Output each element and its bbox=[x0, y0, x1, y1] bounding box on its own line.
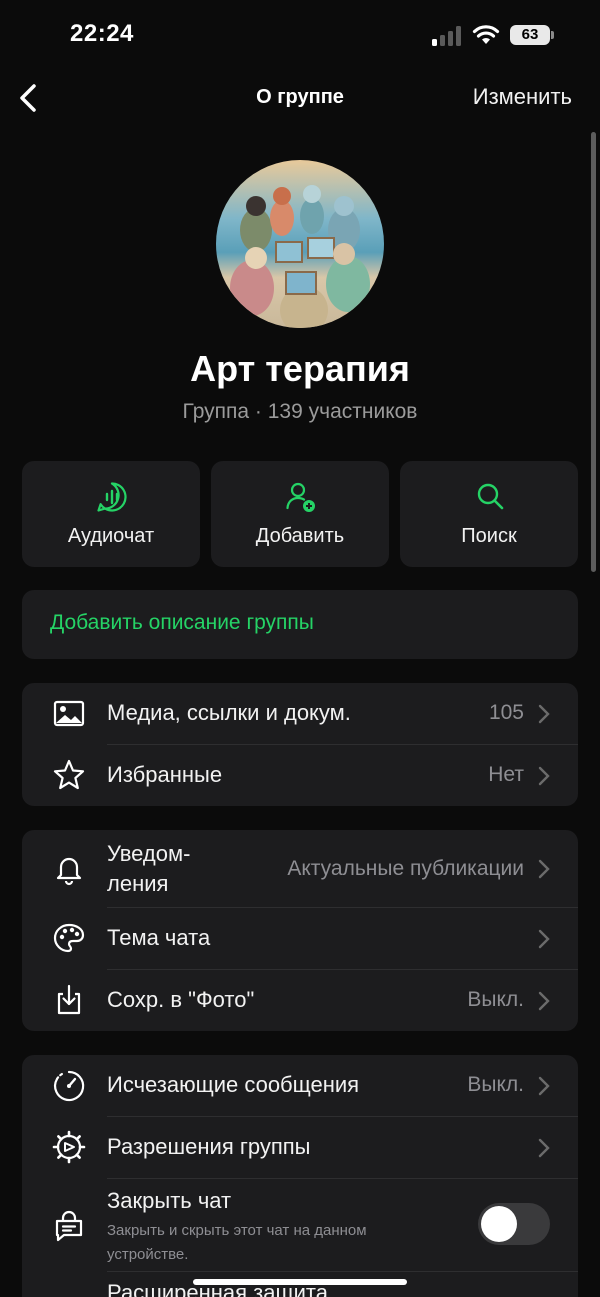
audio-chat-button[interactable]: Аудиочат bbox=[22, 461, 200, 567]
lock-chat-label: Закрыть чат bbox=[107, 1188, 232, 1213]
chat-theme-row[interactable]: Тема чата bbox=[22, 908, 578, 969]
disappearing-messages-value: Выкл. bbox=[467, 1073, 524, 1096]
starred-label: Избранные bbox=[107, 762, 223, 787]
media-section: Медиа, ссылки и докум. 105 Избранные Нет bbox=[22, 683, 578, 806]
lock-chat-row: Закрыть чат Закрыть и скрыть этот чат на… bbox=[22, 1179, 578, 1271]
notifications-label-line2: ления bbox=[107, 871, 169, 896]
group-avatar[interactable] bbox=[216, 160, 384, 328]
chevron-right-icon bbox=[538, 859, 550, 879]
lock-chat-description-line2: устройстве. bbox=[107, 1246, 189, 1263]
cellular-signal-icon bbox=[432, 26, 461, 46]
status-time: 22:24 bbox=[70, 20, 134, 47]
notifications-row[interactable]: Уведом- ления Актуальные публикации bbox=[22, 830, 578, 907]
privacy-section: Исчезающие сообщения Выкл. Разрешения гр… bbox=[22, 1055, 578, 1297]
group-permissions-row[interactable]: Разрешения группы bbox=[22, 1117, 578, 1178]
chat-settings-section: Уведом- ления Актуальные публикации Тема… bbox=[22, 830, 578, 1031]
lock-chat-icon bbox=[55, 1210, 83, 1242]
voice-chat-icon bbox=[97, 482, 127, 512]
toggle-knob bbox=[481, 1206, 517, 1242]
chevron-right-icon bbox=[538, 1076, 550, 1096]
media-label: Медиа, ссылки и докум. bbox=[107, 700, 351, 725]
chevron-right-icon bbox=[538, 929, 550, 949]
lock-chat-description: Закрыть и скрыть этот чат на данном устр… bbox=[107, 1219, 367, 1267]
edit-button[interactable]: Изменить bbox=[473, 84, 572, 110]
media-row[interactable]: Медиа, ссылки и докум. 105 bbox=[22, 683, 578, 744]
audio-chat-label: Аудиочат bbox=[67, 525, 155, 547]
add-description-link[interactable]: Добавить описание группы bbox=[50, 611, 314, 635]
chevron-right-icon bbox=[538, 704, 550, 724]
group-subtitle: Группа · 139 участников bbox=[182, 400, 418, 423]
notifications-value: Актуальные публикации bbox=[287, 857, 524, 880]
lock-chat-description-line1: Закрыть и скрыть этот чат на данном bbox=[107, 1222, 367, 1239]
save-to-photos-label: Сохр. в "Фото" bbox=[107, 987, 255, 1012]
timer-icon bbox=[54, 1070, 85, 1102]
search-icon bbox=[477, 483, 504, 510]
add-member-label: Добавить bbox=[255, 525, 345, 547]
chevron-right-icon bbox=[538, 766, 550, 786]
media-count: 105 bbox=[488, 701, 524, 724]
wifi-icon bbox=[472, 25, 500, 44]
search-button[interactable]: Поиск bbox=[400, 461, 578, 567]
palette-icon bbox=[53, 923, 85, 953]
photo-icon bbox=[53, 700, 85, 727]
gear-icon bbox=[52, 1130, 86, 1164]
notifications-label: Уведом- ления bbox=[107, 839, 190, 899]
starred-row[interactable]: Избранные Нет bbox=[22, 745, 578, 806]
chevron-right-icon bbox=[538, 991, 550, 1011]
group-name: Арт терапия bbox=[190, 348, 410, 389]
star-icon bbox=[53, 759, 85, 790]
add-description-card[interactable]: Добавить описание группы bbox=[22, 590, 578, 659]
chat-theme-label: Тема чата bbox=[107, 925, 211, 950]
lock-chat-toggle[interactable] bbox=[478, 1203, 550, 1245]
bell-icon bbox=[56, 857, 82, 886]
save-to-photos-value: Выкл. bbox=[467, 988, 524, 1011]
starred-value: Нет bbox=[488, 763, 524, 786]
status-bar: 22:24 63 bbox=[0, 0, 600, 70]
home-indicator[interactable] bbox=[193, 1279, 407, 1285]
navigation-bar: О группе Изменить bbox=[0, 70, 600, 126]
search-label: Поиск bbox=[461, 525, 517, 547]
add-person-icon bbox=[286, 482, 315, 512]
battery-icon: 63 bbox=[510, 25, 554, 45]
group-permissions-label: Разрешения группы bbox=[107, 1134, 311, 1159]
disappearing-messages-row[interactable]: Исчезающие сообщения Выкл. bbox=[22, 1055, 578, 1116]
add-member-button[interactable]: Добавить bbox=[211, 461, 389, 567]
battery-level: 63 bbox=[510, 25, 550, 45]
chevron-right-icon bbox=[538, 1138, 550, 1158]
notifications-label-line1: Уведом- bbox=[107, 841, 191, 866]
download-icon bbox=[57, 984, 81, 1015]
disappearing-messages-label: Исчезающие сообщения bbox=[107, 1072, 360, 1097]
save-to-photos-row[interactable]: Сохр. в "Фото" Выкл. bbox=[22, 970, 578, 1031]
